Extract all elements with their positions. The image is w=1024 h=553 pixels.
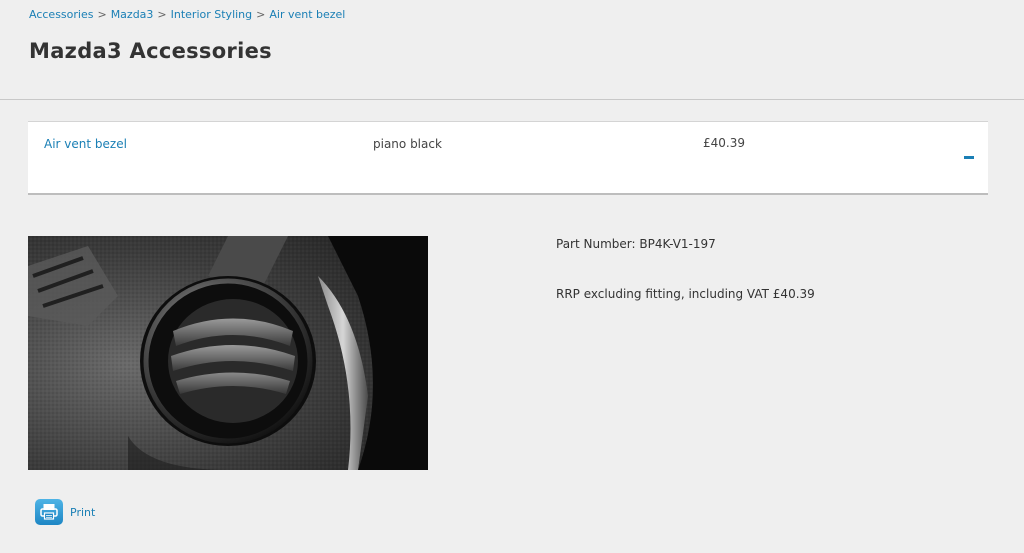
breadcrumb-link-mazda3[interactable]: Mazda3 <box>111 8 154 21</box>
minus-icon[interactable] <box>964 156 974 159</box>
accessory-name-link[interactable]: Air vent bezel <box>44 137 127 151</box>
product-image <box>28 236 428 470</box>
rrp-text: RRP excluding fitting, including VAT £40… <box>556 287 815 301</box>
print-button[interactable]: Print <box>35 499 95 525</box>
page: Accessories > Mazda3 > Interior Styling > Air … <box>0 0 1024 553</box>
accessory-price: £40.39 <box>703 136 745 150</box>
breadcrumb-link-interior-styling[interactable]: Interior Styling <box>171 8 253 21</box>
breadcrumb-link-accessories[interactable]: Accessories <box>29 8 93 21</box>
page-title: Mazda3 Accessories <box>29 39 272 63</box>
print-label[interactable]: Print <box>70 506 95 519</box>
breadcrumb-link-air-vent-bezel[interactable]: Air vent bezel <box>269 8 345 21</box>
breadcrumb-separator: > <box>157 8 167 21</box>
breadcrumb-separator: > <box>97 8 107 21</box>
accessory-row: Air vent bezel piano black £40.39 <box>28 121 988 195</box>
air-vent-photo <box>28 236 428 470</box>
header-divider <box>0 99 1024 100</box>
breadcrumb: Accessories > Mazda3 > Interior Styling > Air … <box>29 8 345 21</box>
accessory-finish: piano black <box>373 137 442 151</box>
part-number: Part Number: BP4K-V1-197 <box>556 237 716 251</box>
breadcrumb-separator: > <box>256 8 266 21</box>
printer-icon[interactable] <box>35 499 63 525</box>
